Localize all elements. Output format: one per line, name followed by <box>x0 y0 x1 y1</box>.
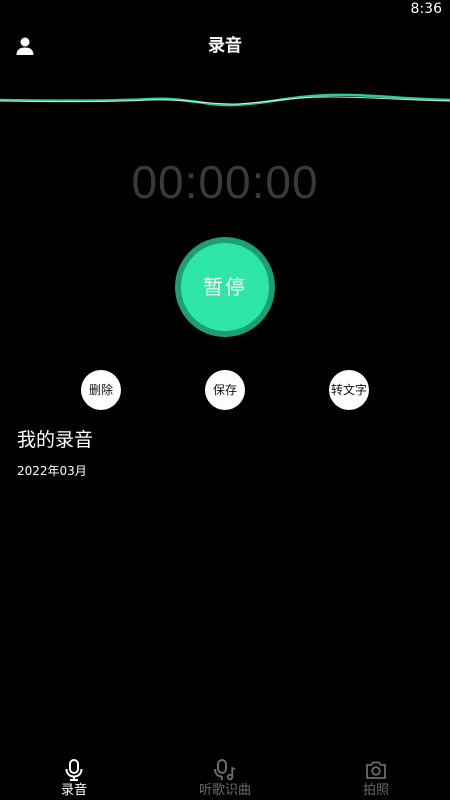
camera-icon <box>366 761 386 779</box>
status-bar: 8:36 <box>0 0 450 18</box>
month-label: 2022年03月 <box>17 464 87 478</box>
save-button[interactable]: 保存 <box>205 370 245 410</box>
page-title: 录音 <box>208 36 242 56</box>
nav-item-record[interactable]: 录音 <box>34 752 114 800</box>
music-mic-icon <box>214 759 236 781</box>
nav-item-song-recognition[interactable]: 听歌识曲 <box>185 752 265 800</box>
bottom-nav: 录音 听歌识曲 拍照 <box>0 752 450 800</box>
pause-button-ring: 暂停 <box>175 237 275 337</box>
nav-label-record: 录音 <box>60 783 87 798</box>
nav-label-song-recognition: 听歌识曲 <box>198 783 251 798</box>
transcribe-button[interactable]: 转文字 <box>329 370 369 410</box>
recording-timer: 00:00:00 <box>131 156 319 208</box>
nav-item-photo[interactable]: 拍照 <box>336 752 416 800</box>
microphone-icon <box>65 759 83 781</box>
pause-button[interactable]: 暂停 <box>181 243 269 331</box>
delete-button[interactable]: 删除 <box>81 370 121 410</box>
nav-label-photo: 拍照 <box>362 783 389 798</box>
waveform <box>0 93 450 107</box>
my-recordings-title: 我的录音 <box>17 429 94 451</box>
status-time: 8:36 <box>410 1 442 17</box>
app-header: 录音 <box>0 18 450 74</box>
